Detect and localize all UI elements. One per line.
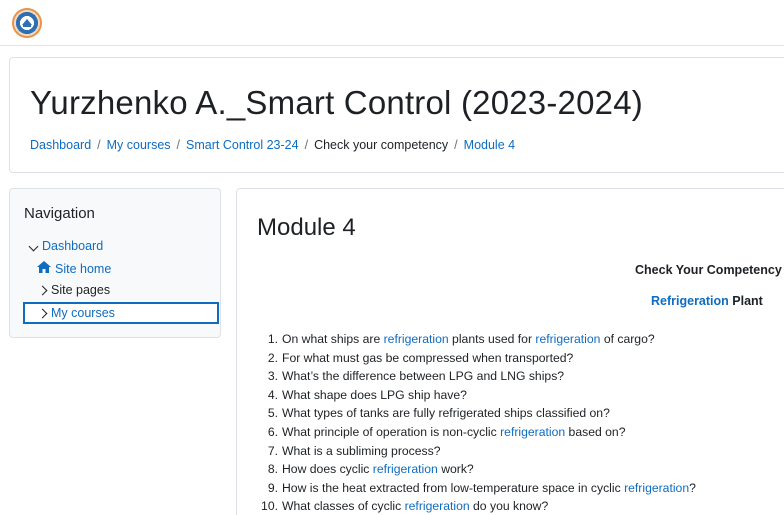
question-text: What’s the difference between LPG and LN…	[282, 369, 565, 384]
university-logo-icon[interactable]	[12, 8, 42, 38]
nav-item-site-pages[interactable]: Site pages	[36, 283, 110, 297]
list-item: 2. For what must gas be compressed when t…	[261, 349, 696, 368]
question-number: 7.	[267, 443, 278, 458]
glossary-link[interactable]: refrigeration	[384, 332, 449, 346]
breadcrumb-dashboard[interactable]: Dashboard	[30, 138, 91, 152]
course-title: Yurzhenko A._Smart Control (2023-2024)	[30, 84, 643, 121]
list-item: 7. What is a subliming process?	[261, 442, 696, 461]
question-text: How does cyclic	[282, 462, 373, 477]
question-number: 8.	[267, 462, 278, 477]
breadcrumb-separator: /	[176, 138, 181, 152]
list-item: 3. What’s the difference between LPG and …	[261, 367, 696, 386]
question-text: What types of tanks are fully refrigerat…	[282, 406, 610, 421]
section-subheading: Refrigeration Plant	[651, 294, 763, 308]
navigation-heading: Navigation	[24, 205, 95, 222]
question-number: 1.	[267, 332, 278, 346]
question-text: of cargo?	[600, 332, 655, 346]
question-text: plants used for	[448, 332, 536, 346]
nav-dashboard-label[interactable]: Dashboard	[42, 239, 103, 253]
question-number: 9.	[267, 480, 278, 495]
question-text: For what must gas be compressed when tra…	[282, 350, 574, 365]
breadcrumb-my-courses[interactable]: My courses	[107, 138, 171, 152]
breadcrumb-module-4[interactable]: Module 4	[464, 138, 515, 152]
nav-item-my-courses[interactable]: My courses	[23, 302, 219, 324]
question-text: ?	[689, 480, 696, 495]
list-item: 1. On what ships are refrigeration plants…	[261, 330, 696, 349]
question-number: 4.	[267, 387, 278, 402]
question-number: 10.	[261, 499, 278, 514]
question-text: What classes of cyclic	[282, 499, 405, 514]
main-content: Module 4 Check Your Competency Refrigera…	[236, 188, 784, 515]
glossary-link[interactable]: refrigeration	[373, 462, 438, 476]
breadcrumb-separator: /	[97, 138, 101, 152]
question-text: On what ships are	[282, 332, 384, 346]
section-heading: Check Your Competency	[635, 263, 782, 277]
glossary-link[interactable]: refrigeration	[535, 332, 600, 346]
glossary-link[interactable]: Refrigeration	[651, 294, 729, 308]
top-navbar	[0, 0, 784, 46]
chevron-right-icon[interactable]	[36, 283, 48, 297]
breadcrumb-check-competency: Check your competency	[314, 138, 449, 152]
chevron-down-icon[interactable]	[27, 239, 39, 253]
navigation-block: Navigation Dashboard Site home Site page…	[9, 188, 221, 338]
glossary-link[interactable]: refrigeration	[624, 481, 689, 495]
list-item: 5. What types of tanks are fully refriger…	[261, 404, 696, 423]
question-text: work?	[437, 462, 474, 477]
home-icon	[36, 261, 51, 276]
list-item: 6. What principle of operation is non-cyc…	[261, 423, 696, 442]
question-number: 6.	[267, 424, 278, 439]
subheading-text: Plant	[728, 294, 763, 308]
breadcrumb-separator: /	[454, 138, 458, 152]
question-text: based on?	[565, 424, 626, 439]
question-text: What is a subliming process?	[282, 443, 441, 458]
nav-site-home-label[interactable]: Site home	[55, 262, 111, 276]
question-number: 5.	[267, 406, 278, 421]
course-header: Yurzhenko A._Smart Control (2023-2024) D…	[9, 57, 784, 173]
glossary-link[interactable]: refrigeration	[500, 425, 565, 439]
list-item: 9. How is the heat extracted from low-tem…	[261, 479, 696, 498]
glossary-link[interactable]: refrigeration	[405, 499, 470, 513]
list-item: 10. What classes of cyclic refrigeration …	[261, 497, 696, 515]
chevron-right-icon[interactable]	[36, 306, 48, 320]
list-item: 8. How does cyclic refrigeration work?	[261, 460, 696, 479]
nav-item-dashboard[interactable]: Dashboard	[27, 239, 103, 253]
question-number: 2.	[267, 350, 278, 365]
question-text: do you know?	[469, 499, 549, 514]
breadcrumb-smart-control[interactable]: Smart Control 23-24	[186, 138, 299, 152]
list-item: 4. What shape does LPG ship have?	[261, 386, 696, 405]
breadcrumb: Dashboard / My courses / Smart Control 23-24…	[30, 138, 515, 152]
page-title: Module 4	[257, 214, 356, 241]
nav-site-pages-label[interactable]: Site pages	[51, 283, 110, 297]
question-list: 1. On what ships are refrigeration plants…	[261, 330, 696, 515]
nav-my-courses-label[interactable]: My courses	[51, 306, 115, 320]
question-text: How is the heat extracted from low-tempe…	[282, 480, 625, 495]
question-number: 3.	[267, 369, 278, 384]
breadcrumb-separator: /	[304, 138, 309, 152]
nav-item-site-home[interactable]: Site home	[36, 261, 111, 276]
question-text: What shape does LPG ship have?	[282, 387, 467, 402]
question-text: What principle of operation is non-cycli…	[282, 424, 501, 439]
